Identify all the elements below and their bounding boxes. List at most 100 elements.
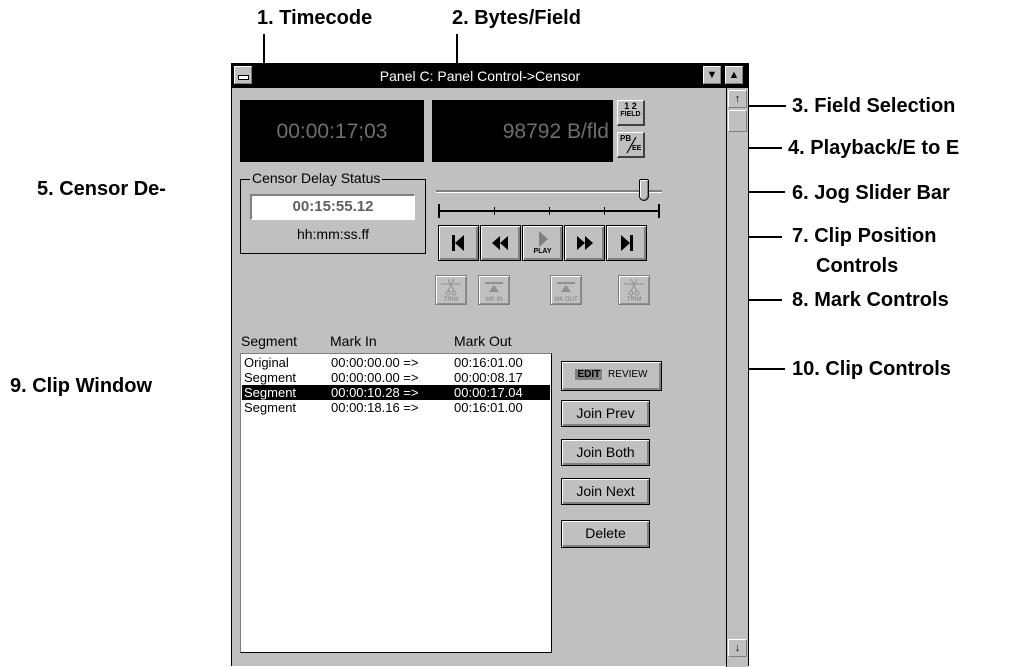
vertical-scrollbar[interactable]: ↑ ↓ bbox=[726, 88, 748, 667]
segment-mark-in: 00:00:18.16 => bbox=[331, 400, 419, 415]
dropdown-button[interactable]: ▼ bbox=[703, 66, 721, 84]
mark-out-icon bbox=[557, 282, 575, 292]
bytes-field-display: 98792 B/fld bbox=[432, 100, 613, 162]
field-selection-button[interactable]: 1 2 FIELD bbox=[617, 100, 645, 126]
segment-name: Segment bbox=[244, 400, 297, 415]
mark-in-label: MK IN bbox=[485, 297, 503, 303]
trim-label: TRIM bbox=[443, 297, 459, 303]
system-menu-button[interactable] bbox=[234, 66, 252, 84]
callout-clip-window: 9. Clip Window bbox=[10, 375, 153, 397]
jog-slider-track bbox=[436, 190, 662, 193]
window-title: Panel C: Panel Control->Censor bbox=[379, 68, 581, 84]
clip-list-row[interactable]: Segment 00:00:00.00 => 00:00:08.17 bbox=[242, 370, 550, 385]
censor-panel-window: Panel C: Panel Control->Censor ▼ ▲ 00:00… bbox=[231, 63, 749, 667]
join-prev-label: Join Prev bbox=[576, 405, 635, 421]
clip-list-row[interactable]: Original 00:00:00.00 => 00:16:01.00 bbox=[242, 355, 550, 370]
callout-playback-e-to-e: 4. Playback/E to E bbox=[788, 137, 960, 159]
bytes-field-value: 98792 B/fld bbox=[502, 120, 609, 143]
censor-delay-value: 00:15:55.12 bbox=[292, 198, 374, 215]
maximize-button[interactable]: ▲ bbox=[725, 66, 743, 84]
censor-delay-group-label: Censor Delay Status bbox=[250, 170, 383, 186]
segment-mark-out: 00:16:01.00 bbox=[454, 355, 523, 370]
fast-forward-button[interactable] bbox=[564, 225, 605, 261]
scroll-thumb[interactable] bbox=[728, 110, 747, 132]
segment-mark-in: 00:00:10.28 => bbox=[331, 385, 419, 400]
scissors-icon bbox=[624, 278, 644, 296]
censor-delay-field: 00:15:55.12 bbox=[250, 194, 415, 220]
callout-jog-slider: 6. Jog Slider Bar bbox=[792, 182, 950, 204]
triangle-down-icon: ▼ bbox=[706, 69, 718, 81]
callout-field-selection: 3. Field Selection bbox=[792, 95, 956, 117]
jog-scale-tick bbox=[438, 204, 440, 218]
minus-icon bbox=[237, 75, 249, 81]
review-label: REVIEW bbox=[608, 369, 648, 380]
join-next-label: Join Next bbox=[576, 483, 635, 499]
mark-out-button[interactable]: MK OUT bbox=[550, 275, 582, 305]
join-next-button[interactable]: Join Next bbox=[561, 478, 650, 505]
column-header-segment: Segment bbox=[241, 333, 298, 349]
censor-delay-format: hh:mm:ss.ff bbox=[296, 226, 370, 242]
join-prev-button[interactable]: Join Prev bbox=[561, 400, 650, 427]
rewind-button[interactable] bbox=[480, 225, 521, 261]
timecode-value: 00:00:17;03 bbox=[276, 120, 388, 143]
callout-clip-controls: 10. Clip Controls bbox=[792, 358, 951, 380]
title-bar[interactable]: Panel C: Panel Control->Censor ▼ ▲ bbox=[232, 64, 748, 88]
skip-to-end-icon bbox=[621, 235, 633, 251]
delete-label: Delete bbox=[585, 525, 626, 541]
callout-clip-position-2: Controls bbox=[816, 255, 899, 277]
ee-label: EE bbox=[632, 145, 642, 152]
segment-mark-in: 00:00:00.00 => bbox=[331, 355, 419, 370]
trim-out-button[interactable]: TRIM bbox=[618, 275, 650, 305]
segment-mark-out: 00:00:17.04 bbox=[454, 385, 523, 400]
callout-clip-position-1: 7. Clip Position bbox=[792, 225, 937, 247]
fast-forward-icon bbox=[577, 236, 593, 250]
field-number-label: 1 2 bbox=[624, 101, 637, 111]
skip-to-start-icon bbox=[452, 235, 464, 251]
jog-scale-tick bbox=[494, 207, 495, 215]
playback-ee-button[interactable]: PB EE bbox=[617, 132, 645, 158]
arrow-down-icon: ↓ bbox=[734, 642, 741, 654]
segment-mark-out: 00:16:01.00 bbox=[454, 400, 523, 415]
column-header-mark-out: Mark Out bbox=[454, 333, 512, 349]
play-button[interactable]: PLAY bbox=[522, 225, 563, 261]
edit-review-toggle[interactable]: EDIT REVIEW bbox=[561, 361, 662, 391]
segment-mark-in: 00:00:00.00 => bbox=[331, 370, 419, 385]
join-both-label: Join Both bbox=[576, 444, 635, 460]
jog-slider[interactable] bbox=[436, 176, 662, 220]
go-to-end-button[interactable] bbox=[606, 225, 647, 261]
callout-mark-controls: 8. Mark Controls bbox=[792, 289, 949, 311]
callout-timecode: 1. Timecode bbox=[257, 7, 373, 29]
clip-list-row[interactable]: Segment 00:00:18.16 => 00:16:01.00 bbox=[242, 400, 550, 415]
callout-censor-delay: 5. Censor De- bbox=[37, 178, 166, 200]
scroll-up-button[interactable]: ↑ bbox=[728, 90, 747, 108]
triangle-up-icon: ▲ bbox=[728, 69, 740, 81]
mark-out-label: MK OUT bbox=[554, 297, 578, 303]
field-label: FIELD bbox=[620, 111, 641, 118]
delete-button[interactable]: Delete bbox=[561, 520, 650, 548]
segment-mark-out: 00:00:08.17 bbox=[454, 370, 523, 385]
timecode-display: 00:00:17;03 bbox=[240, 100, 424, 162]
clip-window[interactable]: Original 00:00:00.00 => 00:16:01.00 Segment… bbox=[240, 353, 552, 653]
play-label: PLAY bbox=[533, 248, 552, 255]
rewind-icon bbox=[492, 236, 508, 250]
jog-slider-thumb[interactable] bbox=[639, 179, 649, 201]
jog-scale-tick bbox=[549, 207, 550, 215]
segment-name: Original bbox=[244, 355, 289, 370]
segment-name: Segment bbox=[244, 370, 297, 385]
clip-list-row[interactable]: Segment 00:00:10.28 => 00:00:17.04 bbox=[242, 385, 550, 400]
callout-bytes-field: 2. Bytes/Field bbox=[452, 7, 581, 29]
column-header-mark-in: Mark In bbox=[330, 333, 377, 349]
trim-label: TRIM bbox=[626, 297, 642, 303]
join-both-button[interactable]: Join Both bbox=[561, 439, 650, 466]
arrow-up-icon: ↑ bbox=[734, 93, 741, 105]
scissors-icon bbox=[441, 278, 461, 296]
jog-scale-tick bbox=[604, 207, 605, 215]
segment-name: Segment bbox=[244, 385, 297, 400]
mark-in-button[interactable]: MK IN bbox=[478, 275, 510, 305]
trim-in-button[interactable]: TRIM bbox=[435, 275, 467, 305]
scroll-down-button[interactable]: ↓ bbox=[728, 639, 747, 657]
mark-in-icon bbox=[485, 282, 503, 292]
jog-scale-tick bbox=[658, 204, 660, 218]
go-to-start-button[interactable] bbox=[438, 225, 479, 261]
edit-label: EDIT bbox=[575, 369, 603, 380]
